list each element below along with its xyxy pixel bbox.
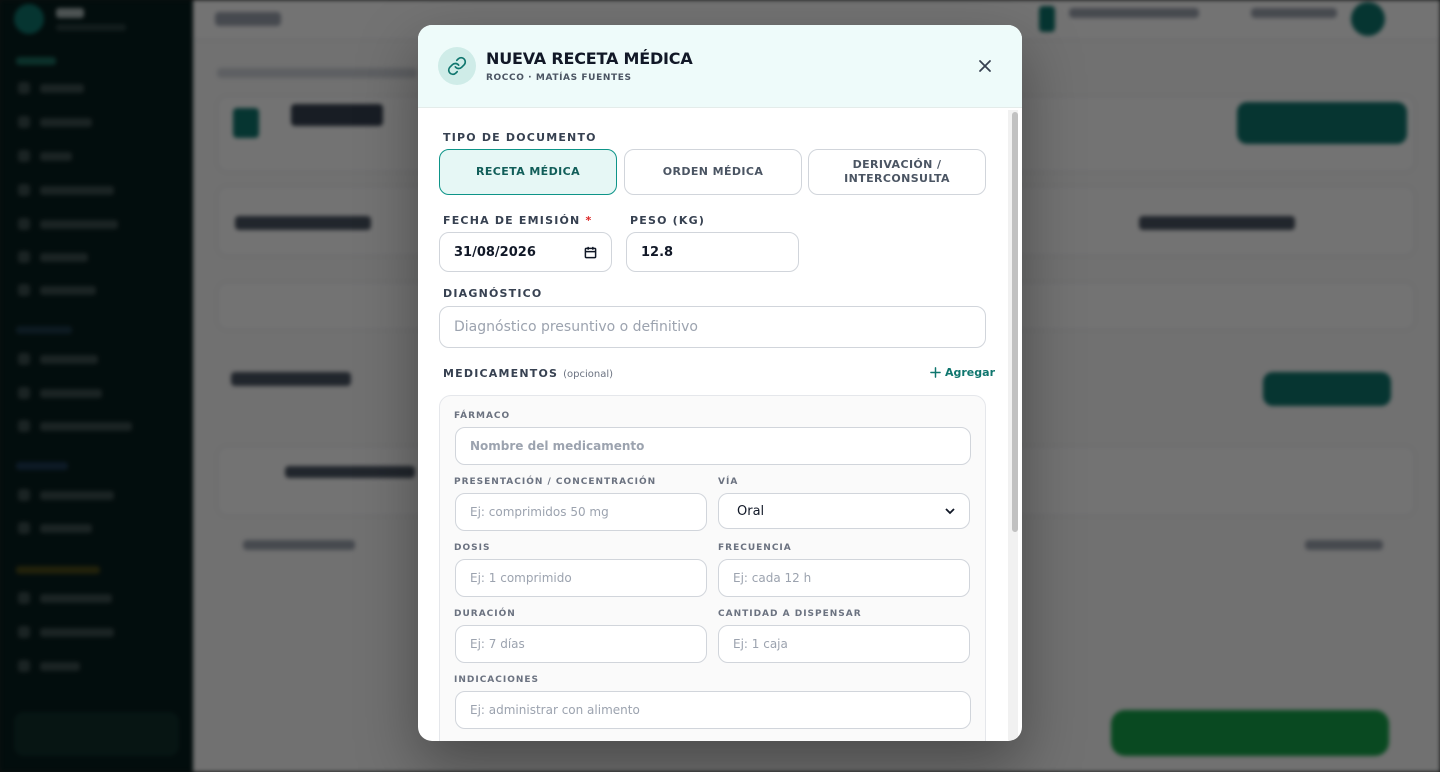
medications-label: MEDICAMENTOS (opcional) xyxy=(443,367,614,380)
quantity-input[interactable]: Ej: 1 caja xyxy=(718,625,970,663)
presentation-input[interactable]: Ej: comprimidos 50 mg xyxy=(455,493,707,531)
prescription-modal: NUEVA RECETA MÉDICA ROCCO · MATÍAS FUENT… xyxy=(418,25,1022,741)
route-value: Oral xyxy=(737,503,765,519)
medication-card: FÁRMACO Nombre del medicamento PRESENTAC… xyxy=(439,395,986,741)
link-icon xyxy=(438,47,476,85)
duration-input[interactable]: Ej: 7 días xyxy=(455,625,707,663)
frequency-label: FRECUENCIA xyxy=(718,543,792,553)
route-select[interactable]: Oral xyxy=(718,493,970,529)
chevron-down-icon xyxy=(945,508,955,515)
modal-scrollbar-thumb[interactable] xyxy=(1012,112,1018,532)
plus-icon xyxy=(930,367,941,378)
dose-input[interactable]: Ej: 1 comprimido xyxy=(455,559,707,597)
add-medication-button[interactable]: Agregar xyxy=(930,366,995,379)
date-input[interactable]: 31/08/2026 xyxy=(439,232,612,272)
calendar-icon[interactable] xyxy=(584,246,597,259)
instructions-label: INDICACIONES xyxy=(454,675,540,685)
drug-label: FÁRMACO xyxy=(454,411,511,421)
quantity-label: CANTIDAD A DISPENSAR xyxy=(718,609,862,619)
diagnosis-label: DIAGNÓSTICO xyxy=(443,287,543,300)
doc-type-order[interactable]: ORDEN MÉDICA xyxy=(624,149,802,195)
modal-header: NUEVA RECETA MÉDICA ROCCO · MATÍAS FUENT… xyxy=(418,25,1022,108)
close-icon[interactable] xyxy=(974,55,996,77)
date-value: 31/08/2026 xyxy=(454,244,536,260)
drug-input[interactable]: Nombre del medicamento xyxy=(455,427,971,465)
modal-title: NUEVA RECETA MÉDICA xyxy=(486,49,693,68)
frequency-input[interactable]: Ej: cada 12 h xyxy=(718,559,970,597)
duration-label: DURACIÓN xyxy=(454,609,516,619)
instructions-input[interactable]: Ej: administrar con alimento xyxy=(455,691,971,729)
presentation-label: PRESENTACIÓN / CONCENTRACIÓN xyxy=(454,477,657,487)
doc-type-label: TIPO DE DOCUMENTO xyxy=(443,131,597,144)
doc-type-referral[interactable]: DERIVACIÓN / INTERCONSULTA xyxy=(808,149,986,195)
weight-input[interactable]: 12.8 xyxy=(626,232,799,272)
doc-type-prescription[interactable]: RECETA MÉDICA xyxy=(439,149,617,195)
weight-label: PESO (KG) xyxy=(630,214,706,227)
diagnosis-input[interactable]: Diagnóstico presuntivo o definitivo xyxy=(439,306,986,348)
date-label: FECHA DE EMISIÓN * xyxy=(443,214,593,227)
modal-subtitle: ROCCO · MATÍAS FUENTES xyxy=(486,73,632,83)
route-label: VÍA xyxy=(718,477,739,487)
modal-body: TIPO DE DOCUMENTO RECETA MÉDICA ORDEN MÉ… xyxy=(418,108,1022,741)
dose-label: DOSIS xyxy=(454,543,491,553)
